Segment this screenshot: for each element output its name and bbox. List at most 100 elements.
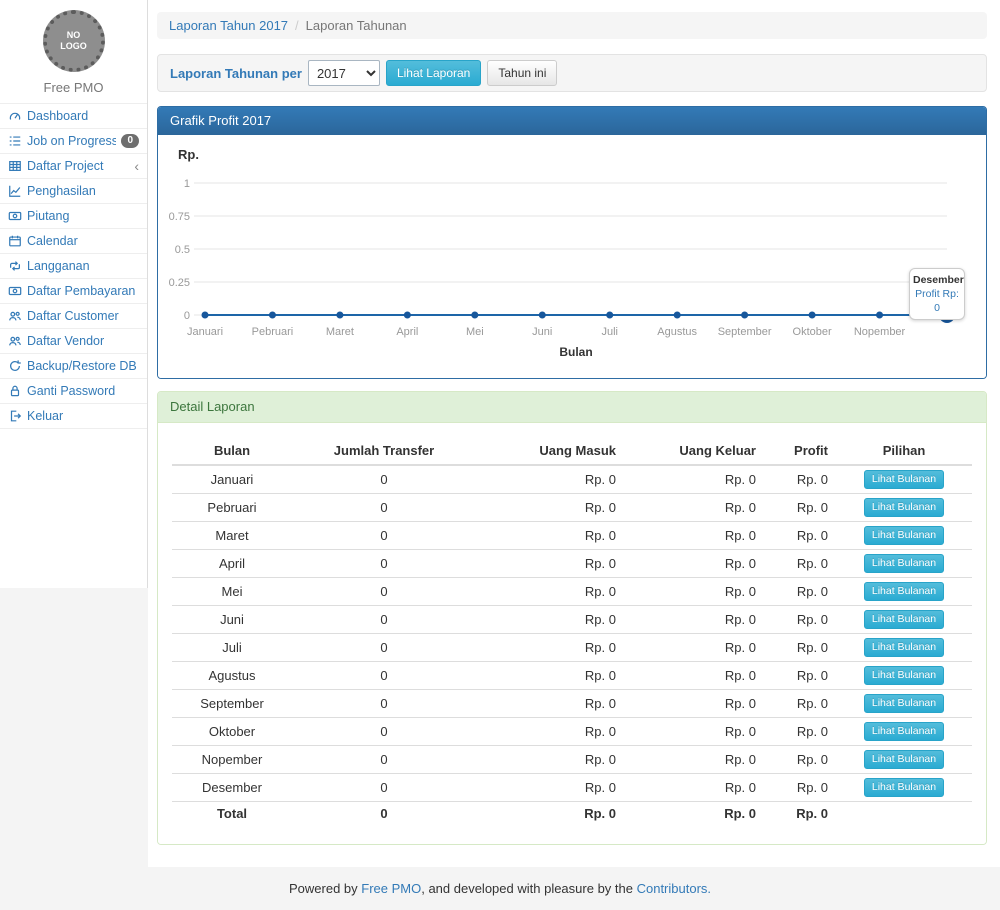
cell-masuk: Rp. 0 [476, 522, 624, 550]
view-monthly-button[interactable]: Lihat Bulanan [864, 554, 944, 573]
sidebar-item-daftar-customer[interactable]: Daftar Customer [0, 304, 147, 329]
sidebar-item-dashboard[interactable]: Dashboard [0, 104, 147, 129]
column-header-uang-masuk: Uang Masuk [476, 438, 624, 465]
detail-panel-body: BulanJumlah TransferUang MasukUang Kelua… [158, 423, 986, 844]
data-point-pebruari[interactable] [269, 312, 276, 319]
cell-profit: Rp. 0 [764, 746, 836, 774]
view-monthly-button[interactable]: Lihat Bulanan [864, 526, 944, 545]
cell-transfer: 0 [292, 494, 476, 522]
profit-line-chart: Rp.10.750.50.250JanuariPebruariMaretApri… [166, 143, 978, 367]
view-monthly-button[interactable]: Lihat Bulanan [864, 582, 944, 601]
data-point-maret[interactable] [336, 312, 343, 319]
cell-transfer: 0 [292, 465, 476, 494]
sidebar-item-penghasilan[interactable]: Penghasilan [0, 179, 147, 204]
view-monthly-button[interactable]: Lihat Bulanan [864, 666, 944, 685]
sidebar-item-label: Langganan [27, 258, 139, 274]
view-monthly-button[interactable]: Lihat Bulanan [864, 694, 944, 713]
footer-text-middle: , and developed with pleasure by the [421, 881, 636, 896]
sidebar-item-label: Ganti Password [27, 383, 139, 399]
x-tick-label: Oktober [793, 326, 832, 338]
table-row: Juni0Rp. 0Rp. 0Rp. 0Lihat Bulanan [172, 606, 972, 634]
table-row: Juli0Rp. 0Rp. 0Rp. 0Lihat Bulanan [172, 634, 972, 662]
list-icon [8, 134, 22, 148]
cell-month: September [172, 690, 292, 718]
cell-keluar: Rp. 0 [624, 662, 764, 690]
cell-profit: Rp. 0 [764, 578, 836, 606]
footer-text-prefix: Powered by [289, 881, 361, 896]
app-layout: NO LOGO Free PMO DashboardJob on Progres… [0, 0, 1000, 867]
view-monthly-button[interactable]: Lihat Bulanan [864, 778, 944, 797]
data-point-april[interactable] [404, 312, 411, 319]
cell-profit: Rp. 0 [764, 494, 836, 522]
tooltip-month: Desember [913, 273, 961, 287]
y-tick-label: 1 [184, 178, 190, 190]
cell-masuk: Rp. 0 [476, 746, 624, 774]
cell-month: Maret [172, 522, 292, 550]
report-filter-bar: Laporan Tahunan per 2017 Lihat Laporan T… [157, 54, 987, 92]
x-tick-label: Maret [326, 326, 354, 338]
cell-masuk: Rp. 0 [476, 634, 624, 662]
cell-month: Desember [172, 774, 292, 802]
sidebar-item-ganti-password[interactable]: Ganti Password [0, 379, 147, 404]
cell-month: Oktober [172, 718, 292, 746]
sidebar-item-label: Backup/Restore DB [27, 358, 139, 374]
cell-profit: Rp. 0 [764, 606, 836, 634]
cell-keluar: Rp. 0 [624, 634, 764, 662]
data-point-september[interactable] [741, 312, 748, 319]
breadcrumb-separator: / [295, 18, 299, 33]
data-point-mei[interactable] [471, 312, 478, 319]
view-monthly-button[interactable]: Lihat Bulanan [864, 750, 944, 769]
profit-chart-panel: Grafik Profit 2017 Rp.10.750.50.250Janua… [157, 106, 987, 379]
data-point-juni[interactable] [539, 312, 546, 319]
footer-link-free-pmo[interactable]: Free PMO [361, 881, 421, 896]
users-icon [8, 334, 22, 348]
x-tick-label: Januari [187, 326, 223, 338]
view-monthly-button[interactable]: Lihat Bulanan [864, 722, 944, 741]
chart-area: Rp.10.750.50.250JanuariPebruariMaretApri… [158, 135, 986, 378]
data-point-oktober[interactable] [809, 312, 816, 319]
sidebar-item-calendar[interactable]: Calendar [0, 229, 147, 254]
view-monthly-button[interactable]: Lihat Bulanan [864, 470, 944, 489]
cell-action: Lihat Bulanan [836, 690, 972, 718]
sidebar-item-langganan[interactable]: Langganan [0, 254, 147, 279]
data-point-januari[interactable] [202, 312, 209, 319]
cell-action: Lihat Bulanan [836, 634, 972, 662]
footer-link-contributors[interactable]: Contributors. [637, 881, 711, 896]
count-badge: 0 [121, 134, 139, 148]
this-year-button[interactable]: Tahun ini [487, 60, 557, 86]
sidebar-item-keluar[interactable]: Keluar [0, 404, 147, 429]
page-footer: Powered by Free PMO, and developed with … [0, 867, 1000, 910]
sidebar-item-backup-restore-db[interactable]: Backup/Restore DB [0, 354, 147, 379]
main-content: Laporan Tahun 2017 / Laporan Tahunan Lap… [148, 0, 1000, 867]
sidebar-item-label: Dashboard [27, 108, 139, 124]
sign-out-icon [8, 409, 22, 423]
no-logo-text: NO LOGO [60, 30, 87, 52]
year-select[interactable]: 2017 [308, 60, 380, 86]
sidebar-item-piutang[interactable]: Piutang [0, 204, 147, 229]
view-monthly-button[interactable]: Lihat Bulanan [864, 498, 944, 517]
data-point-agustus[interactable] [674, 312, 681, 319]
data-point-nopember[interactable] [876, 312, 883, 319]
sidebar-item-daftar-pembayaran[interactable]: Daftar Pembayaran [0, 279, 147, 304]
chart-tooltip: Desember Profit Rp: 0 [909, 268, 965, 320]
sidebar-item-job-on-progress[interactable]: Job on Progress0 [0, 129, 147, 154]
breadcrumb-link-laporan-tahun[interactable]: Laporan Tahun 2017 [169, 18, 288, 33]
cell-month: Juli [172, 634, 292, 662]
data-point-juli[interactable] [606, 312, 613, 319]
refresh-icon [8, 359, 22, 373]
cell-masuk: Rp. 0 [476, 494, 624, 522]
view-report-button[interactable]: Lihat Laporan [386, 60, 481, 86]
x-tick-label: Pebruari [252, 326, 294, 338]
chart-line-icon [8, 184, 22, 198]
table-header-row: BulanJumlah TransferUang MasukUang Kelua… [172, 438, 972, 465]
cell-masuk: Rp. 0 [476, 550, 624, 578]
cell-transfer: 0 [292, 662, 476, 690]
view-monthly-button[interactable]: Lihat Bulanan [864, 638, 944, 657]
y-tick-label: 0.5 [175, 244, 190, 256]
view-monthly-button[interactable]: Lihat Bulanan [864, 610, 944, 629]
table-row: Januari0Rp. 0Rp. 0Rp. 0Lihat Bulanan [172, 465, 972, 494]
gauge-icon [8, 109, 22, 123]
sidebar-item-daftar-vendor[interactable]: Daftar Vendor [0, 329, 147, 354]
sidebar-item-daftar-project[interactable]: Daftar Project‹ [0, 154, 147, 179]
cell-action: Lihat Bulanan [836, 494, 972, 522]
